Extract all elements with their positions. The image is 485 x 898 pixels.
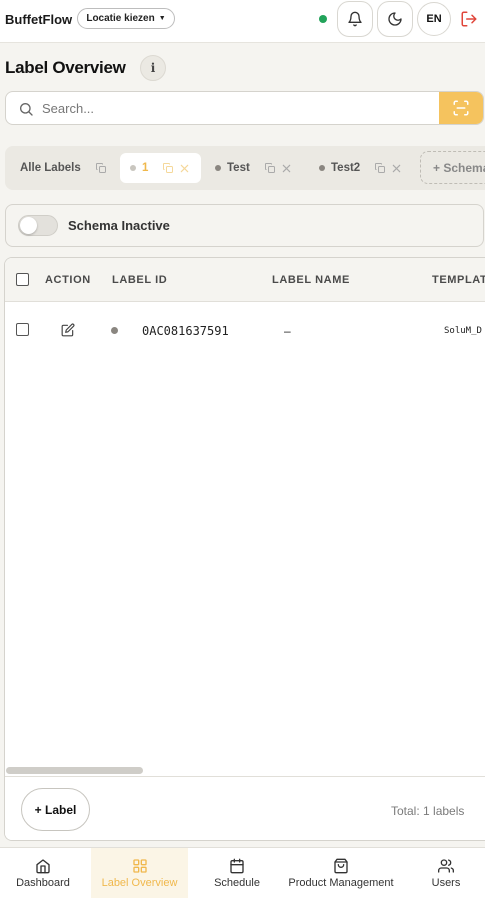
nav-item-label-overview[interactable]: Label Overview — [91, 848, 188, 898]
schema-status-dot — [215, 165, 221, 171]
tab-label: Alle Labels — [20, 162, 81, 174]
close-icon[interactable] — [391, 163, 402, 174]
nav-label: Dashboard — [16, 877, 70, 889]
schema-status-dot — [319, 165, 325, 171]
tab-label: Test2 — [331, 162, 361, 174]
moon-icon — [388, 12, 402, 26]
label-name-cell: – — [284, 324, 291, 338]
info-icon: i — [150, 61, 156, 75]
info-button[interactable]: i — [140, 55, 166, 81]
copy-icon[interactable] — [374, 162, 386, 174]
search-bar — [5, 91, 484, 125]
caret-down-icon: ▼ — [158, 15, 166, 22]
total-count: Total: 1 labels — [391, 804, 465, 818]
table-header: ACTION LABEL ID LABEL NAME TEMPLATE — [5, 258, 485, 302]
table-footer: + Label Total: 1 labels — [5, 776, 485, 840]
template-cell: SoluM_D — [444, 326, 482, 336]
label-id-cell: 0AC081637591 — [142, 324, 229, 338]
notifications-button[interactable] — [337, 1, 373, 37]
language-button[interactable]: EN — [417, 2, 451, 36]
copy-icon[interactable] — [162, 162, 174, 174]
nav-item-product-management[interactable]: Product Management — [283, 848, 399, 898]
add-label-button[interactable]: + Label — [21, 788, 90, 831]
column-header-label-id[interactable]: LABEL ID — [112, 274, 167, 286]
select-all-checkbox[interactable] — [16, 273, 29, 286]
tab-label: Test — [227, 162, 250, 174]
tab-schema-test[interactable]: Test — [215, 153, 292, 183]
page-title: Label Overview — [5, 58, 126, 77]
tab-alle-labels[interactable]: Alle Labels — [13, 153, 107, 183]
column-header-template[interactable]: TEMPLATE — [432, 274, 485, 286]
nav-label: Label Overview — [101, 877, 178, 889]
users-icon — [438, 859, 454, 873]
column-header-action: ACTION — [45, 274, 91, 286]
brand-name: BuffetFlow — [5, 12, 73, 27]
horizontal-scrollbar[interactable] — [6, 767, 143, 774]
schema-status-dot — [130, 165, 136, 171]
tab-schema-test2[interactable]: Test2 — [319, 153, 402, 183]
theme-toggle-button[interactable] — [377, 1, 413, 37]
connection-status-dot — [319, 15, 327, 23]
scan-icon — [453, 100, 469, 116]
logout-icon[interactable] — [460, 10, 478, 28]
label-status-dot — [111, 327, 118, 334]
close-icon[interactable] — [179, 163, 190, 174]
bottom-navigation: Dashboard Label Overview Schedule Produc… — [0, 847, 485, 898]
add-schema-button[interactable]: + Schema — [420, 151, 485, 184]
labels-table-card: ACTION LABEL ID LABEL NAME TEMPLATE 0AC0… — [4, 257, 485, 841]
grid-icon — [132, 859, 147, 873]
row-checkbox[interactable] — [16, 323, 29, 336]
location-select-label: Locatie kiezen — [86, 13, 155, 24]
close-icon[interactable] — [281, 163, 292, 174]
schema-status-panel: Schema Inactive — [5, 204, 484, 247]
nav-label: Schedule — [214, 877, 260, 889]
nav-label: Users — [431, 877, 461, 889]
schema-active-toggle[interactable] — [18, 215, 58, 236]
toggle-knob — [20, 217, 37, 234]
table-row[interactable]: 0AC081637591 – SoluM_D — [5, 303, 485, 359]
copy-icon[interactable] — [95, 162, 107, 174]
nav-item-users[interactable]: Users — [407, 848, 485, 898]
nav-label: Product Management — [288, 877, 394, 889]
search-input[interactable] — [42, 92, 442, 124]
app-header: BuffetFlow Locatie kiezen ▼ EN — [0, 0, 485, 43]
home-icon — [36, 859, 50, 874]
search-icon — [20, 103, 33, 116]
schema-tabs: Alle Labels 1 Test Test2 + Schema — [5, 146, 485, 190]
location-select[interactable]: Locatie kiezen ▼ — [77, 8, 175, 29]
column-header-label-name[interactable]: LABEL NAME — [272, 274, 350, 286]
tab-label: 1 — [142, 162, 149, 174]
tab-schema-1[interactable]: 1 — [120, 153, 201, 183]
nav-item-dashboard[interactable]: Dashboard — [0, 848, 86, 898]
bag-icon — [334, 858, 348, 874]
copy-icon[interactable] — [264, 162, 276, 174]
nav-item-schedule[interactable]: Schedule — [195, 848, 279, 898]
calendar-icon — [230, 858, 244, 874]
scan-button[interactable] — [439, 92, 483, 124]
schema-status-label: Schema Inactive — [68, 218, 170, 233]
edit-icon[interactable] — [61, 323, 75, 337]
bell-icon — [348, 11, 362, 27]
